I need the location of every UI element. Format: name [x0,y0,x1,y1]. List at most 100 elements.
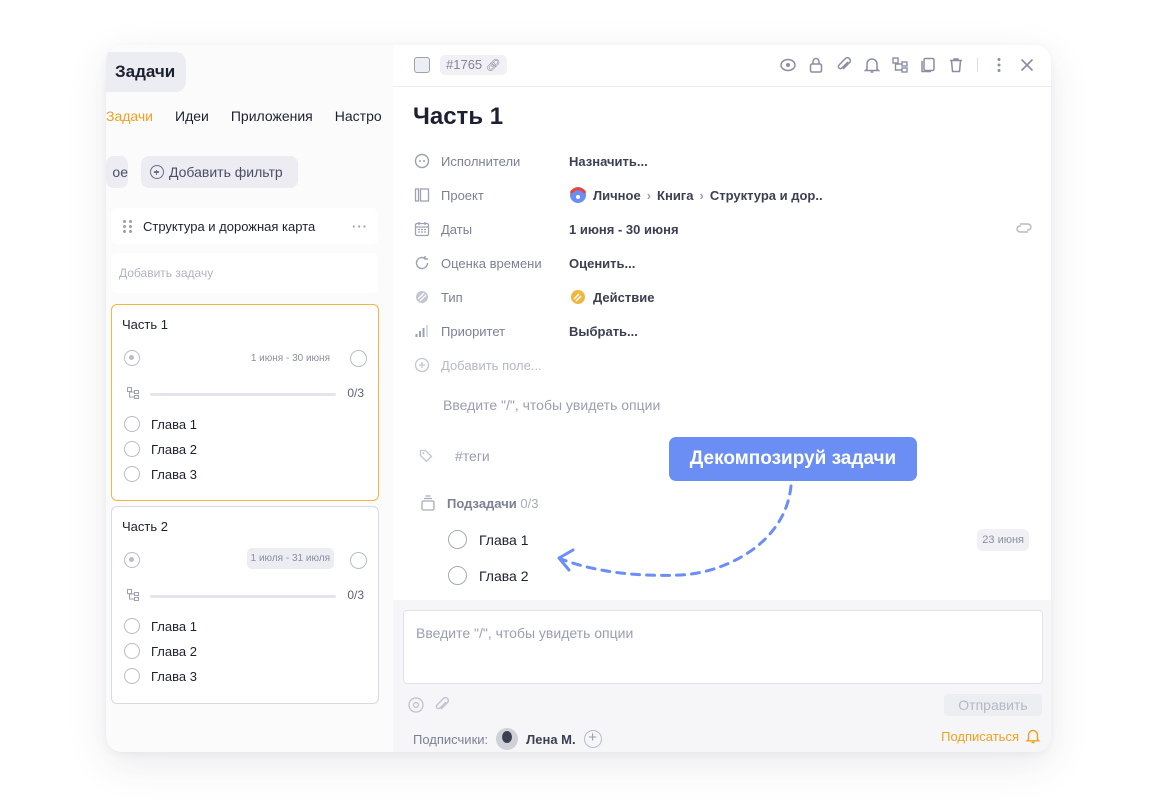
plus-circle-icon [150,165,164,179]
tag-icon [419,449,433,463]
subtasks-icon [127,589,139,601]
task-detail-panel: #1765 🔗︎ Часть 1 Исполнители Назначить..… [393,45,1051,752]
subtask-item[interactable]: Глава 3 [124,668,197,684]
bell-icon [1025,729,1041,744]
task-card[interactable]: Часть 1 1 июня - 30 июня 0/3 Глава 1 Гла… [111,304,379,501]
tab-apps[interactable]: Приложения [231,108,313,124]
assignee-icon[interactable] [124,350,140,366]
breadcrumb-item[interactable]: Книга [657,188,693,203]
subtask-checkbox[interactable] [124,668,140,684]
subscriber-name[interactable]: Лена М. [526,732,576,747]
column-header[interactable]: Структура и дорожная карта ··· [111,208,378,244]
add-subscriber-icon[interactable]: + [583,730,602,748]
progress-bar [150,595,336,598]
subtask-label: Глава 3 [151,668,197,684]
subtask-checkbox[interactable] [124,466,140,482]
field-label: Проект [441,187,484,203]
description-editor[interactable]: Введите "/", чтобы увидеть опции [443,397,660,413]
filter-chip[interactable]: ое [106,156,128,188]
tab-ideas[interactable]: Идеи [175,108,209,124]
watch-icon[interactable] [778,55,798,75]
add-field-label: Добавить поле... [441,357,542,373]
card-title: Часть 1 [122,317,168,332]
subtask-row[interactable]: Глава 2 [448,566,529,585]
field-priority[interactable]: Приоритет Выбрать... [413,319,1033,343]
attach-icon[interactable] [834,55,854,75]
subscribe-label: Подписаться [941,728,1019,744]
complete-checkbox[interactable] [350,552,367,569]
subtask-item[interactable]: Глава 1 [124,416,197,432]
dates-value[interactable]: 1 июня - 30 июня [569,222,679,237]
priority-icon [413,322,431,340]
trash-icon[interactable] [946,55,966,75]
send-button[interactable]: Отправить [944,694,1042,716]
assignees-value[interactable]: Назначить... [569,154,648,169]
subtask-item[interactable]: Глава 3 [124,466,197,482]
mention-icon[interactable] [407,696,425,719]
card-dates[interactable]: 1 июля - 31 июля [246,548,334,569]
field-label: Приоритет [441,323,506,339]
add-task-input[interactable]: Добавить задачу [111,253,378,293]
subtask-checkbox[interactable] [124,441,140,457]
task-card[interactable]: Часть 2 1 июля - 31 июля 0/3 Глава 1 Гла… [111,506,379,704]
add-field-button[interactable]: Добавить поле... [413,353,1033,377]
add-filter-label: Добавить фильтр [169,164,283,180]
subscribers-label: Подписчики: [413,731,489,747]
subtasks-header[interactable]: Подзадачи 0/3 [421,495,538,511]
subtask-checkbox[interactable] [124,618,140,634]
field-dates[interactable]: Даты 1 июня - 30 июня [413,217,1033,241]
toolbar-divider [977,58,978,72]
assignee-field-icon [413,152,431,170]
complete-checkbox[interactable] [350,350,367,367]
subtask-checkbox[interactable] [448,530,467,549]
subtask-checkbox[interactable] [124,643,140,659]
subtask-row[interactable]: Глава 1 [448,530,529,549]
add-filter-button[interactable]: Добавить фильтр [141,156,298,188]
subscribers: Подписчики: Лена М. + [413,728,602,750]
attach-icon[interactable] [433,696,451,719]
tags-field[interactable]: #теги [419,448,490,464]
subtask-label: Глава 2 [151,643,197,659]
project-path[interactable]: Личное › Книга › Структура и дор.. [569,186,823,204]
copy-icon[interactable] [918,55,938,75]
more-icon[interactable]: ··· [352,219,368,234]
estimate-value[interactable]: Оценить... [569,256,635,271]
tab-tasks[interactable]: Задачи [106,108,153,124]
subtask-checkbox[interactable] [448,566,467,585]
subtask-title: Глава 2 [479,567,529,584]
subtask-item[interactable]: Глава 2 [124,441,197,457]
toolbar-actions [778,55,1037,75]
subtasks-tree-icon[interactable] [890,55,910,75]
field-label: Исполнители [441,153,521,169]
subscribe-button[interactable]: Подписаться [941,728,1041,744]
task-id-badge[interactable]: #1765 🔗︎ [440,55,508,75]
avatar[interactable] [496,728,519,750]
field-estimate[interactable]: Оценка времени Оценить... [413,251,1033,275]
board-panel: Задачи Задачи Идеи Приложения Настро ое … [106,45,393,752]
subtask-date-badge[interactable]: 23 июня [977,529,1029,551]
tab-settings[interactable]: Настро [335,108,382,124]
bell-icon[interactable] [862,55,882,75]
subtask-item[interactable]: Глава 2 [124,643,197,659]
comment-input[interactable]: Введите "/", чтобы увидеть опции [403,610,1043,684]
priority-value[interactable]: Выбрать... [569,324,638,339]
breadcrumb-item[interactable]: Структура и дор.. [710,188,823,203]
lock-icon[interactable] [806,55,826,75]
subtask-checkbox[interactable] [124,416,140,432]
subtask-item[interactable]: Глава 1 [124,618,197,634]
task-title[interactable]: Часть 1 [413,103,503,131]
repeat-icon[interactable] [1015,221,1033,238]
more-vertical-icon[interactable] [989,55,1009,75]
close-icon[interactable] [1017,55,1037,75]
board-tabs: Задачи Идеи Приложения Настро [106,108,404,124]
drag-handle-icon[interactable] [123,219,133,233]
field-type[interactable]: Тип Действие [413,285,1033,309]
assignee-icon[interactable] [124,552,140,568]
field-assignees[interactable]: Исполнители Назначить... [413,149,1033,173]
type-value[interactable]: Действие [569,288,654,306]
card-title: Часть 2 [122,519,168,534]
field-project[interactable]: Проект Личное › Книга › Структура и дор.… [413,183,1033,207]
card-dates[interactable]: 1 июня - 30 июня [247,348,334,369]
breadcrumb-item[interactable]: Личное [593,188,641,203]
subtasks-icon [127,387,139,399]
